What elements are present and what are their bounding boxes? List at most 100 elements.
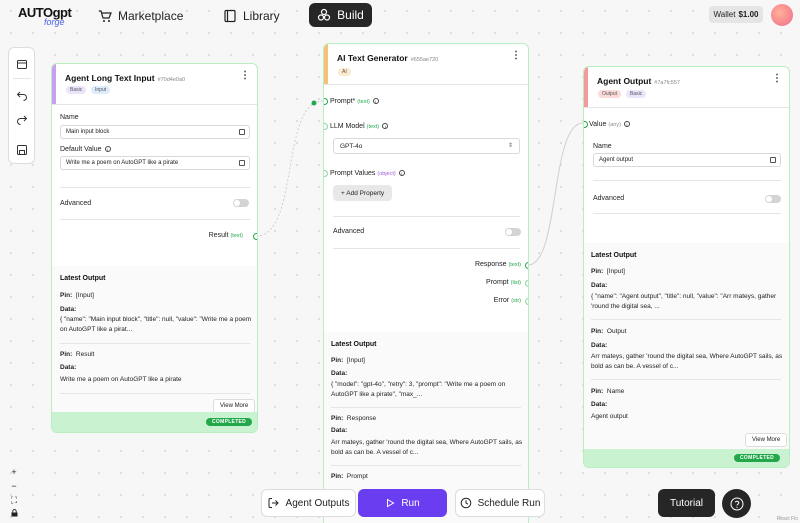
app-logo[interactable]: AUTOgpt forge [18, 5, 72, 27]
llm-label-text: LLM Model [330, 123, 365, 130]
badge-ai: AI [338, 68, 351, 76]
advanced-toggle[interactable] [765, 195, 781, 203]
node-title: AI Text Generator #655ae720 [337, 53, 438, 63]
output-pin: Pin: Prompt [331, 472, 368, 482]
nav-marketplace[interactable]: Marketplace [98, 6, 183, 26]
badge-output: Output [598, 90, 622, 98]
run-label: Run [401, 497, 420, 509]
view-more-button[interactable]: View More [745, 433, 788, 447]
result-output-port[interactable] [253, 233, 257, 240]
info-icon: i [382, 123, 389, 130]
pin-label: Pin: [60, 351, 73, 358]
tutorial-button[interactable]: Tutorial [658, 489, 715, 517]
prompt-values-port[interactable] [324, 170, 328, 177]
clock-icon [460, 497, 471, 509]
latest-output-panel: Latest Output Pin: [Input] Data: { "name… [584, 243, 789, 449]
default-value-input[interactable]: Write me a poem on AutoGPT like a pirate [60, 156, 250, 170]
schedule-run-button[interactable]: Schedule Run [455, 489, 545, 517]
pin-value: [Input] [75, 292, 94, 299]
edge-response-to-value [527, 122, 584, 266]
chevron-up-down-icon: ⇕ [507, 143, 513, 149]
fit-view-icon[interactable]: ⛶ [8, 494, 20, 506]
node-title: Agent Long Text Input #70d4e0a0 [65, 73, 185, 83]
wallet-amount: $1.00 [738, 10, 759, 19]
output-data-label: Data: [591, 281, 607, 291]
pin-label: Pin: [591, 328, 604, 335]
expand-icon[interactable] [239, 129, 245, 135]
info-icon: i [372, 98, 379, 105]
node-id: #70d4e0a0 [157, 77, 186, 83]
output-pin: Pin: [Input] [331, 356, 365, 366]
node-menu-icon[interactable]: ⋮ [511, 50, 521, 61]
latest-output-heading: Latest Output [331, 341, 377, 348]
name-input-value: Agent output [599, 157, 634, 163]
pin-label: Pin: [331, 473, 344, 480]
expand-icon[interactable] [770, 157, 776, 163]
response-output-port[interactable] [525, 262, 528, 269]
expand-icon[interactable] [239, 160, 245, 166]
top-bar: AUTOgpt forge Marketplace Library Build … [0, 0, 800, 30]
pin-value: Output [606, 328, 627, 335]
divider [331, 407, 521, 408]
name-input[interactable]: Main input block [60, 125, 250, 139]
lock-icon[interactable] [8, 507, 20, 519]
pin-label: Pin: [331, 415, 344, 422]
divider [60, 187, 250, 188]
pin-value: [Input] [346, 357, 365, 364]
node-long-text-input[interactable]: Agent Long Text Input #70d4e0a0 Basic Inp… [51, 63, 258, 433]
error-port-type: (str) [511, 298, 521, 304]
output-data-label: Data: [60, 363, 76, 373]
pin-label: Pin: [591, 388, 604, 395]
divider [52, 104, 257, 105]
node-title-text: Agent Long Text Input [65, 73, 155, 83]
node-menu-icon[interactable]: ⋮ [240, 70, 250, 81]
help-button[interactable] [722, 489, 751, 518]
calendar-icon[interactable] [16, 58, 28, 70]
output-data: { "name": "Agent output", "title": null,… [591, 293, 777, 310]
agent-outputs-button[interactable]: Agent Outputs [261, 489, 356, 517]
run-button[interactable]: Run [358, 489, 447, 517]
wallet-button[interactable]: Wallet $1.00 [709, 6, 763, 23]
zoom-in-icon[interactable]: + [8, 466, 20, 478]
result-port-type: (text) [230, 233, 243, 239]
left-toolbar [8, 47, 35, 164]
react-flow-attribution[interactable]: React Flo [777, 516, 798, 522]
name-input[interactable]: Agent output [593, 153, 781, 167]
data-label: Data: [60, 364, 77, 371]
redo-icon[interactable] [16, 113, 28, 125]
divider [591, 379, 781, 380]
llm-model-port[interactable] [324, 123, 328, 130]
nav-build-label: Build [337, 8, 364, 22]
avatar[interactable] [771, 4, 793, 26]
advanced-toggle[interactable] [505, 228, 521, 236]
badge-basic: Basic [66, 86, 87, 94]
output-data-label: Data: [591, 400, 607, 410]
node-menu-icon[interactable]: ⋮ [772, 73, 782, 84]
book-icon [224, 9, 236, 23]
nav-build[interactable]: Build [309, 3, 372, 27]
output-pin: Pin: Output [591, 327, 626, 337]
save-icon[interactable] [16, 144, 28, 156]
nav-library[interactable]: Library [223, 6, 280, 26]
error-output-port[interactable] [525, 298, 528, 305]
node-color-bar [52, 64, 56, 104]
prompt-input-port[interactable] [324, 98, 328, 105]
prompt-output-port[interactable] [525, 280, 528, 287]
info-icon: i [623, 121, 630, 128]
output-pin: Pin: Result [60, 350, 94, 360]
zoom-out-icon[interactable]: − [8, 480, 20, 492]
value-input-port[interactable] [584, 121, 588, 128]
result-port-text: Result [208, 232, 229, 239]
node-ai-text-generator[interactable]: AI Text Generator #655ae720 AI ⋮ Prompt*(… [323, 43, 529, 523]
add-property-button[interactable]: + Add Property [333, 185, 393, 201]
advanced-toggle[interactable] [233, 199, 249, 207]
error-port-text: Error [493, 297, 510, 304]
llm-model-select[interactable]: GPT-4o ⇕ [333, 138, 520, 154]
pin-label: Pin: [60, 292, 73, 299]
pin-value: Response [346, 415, 377, 422]
node-agent-output[interactable]: Agent Output #7a7fc557 Output Basic ⋮ Val… [583, 66, 790, 468]
undo-icon[interactable] [16, 89, 28, 101]
node-title: Agent Output #7a7fc557 [597, 76, 680, 86]
help-icon [730, 497, 743, 510]
view-more-button[interactable]: View More [213, 399, 256, 413]
